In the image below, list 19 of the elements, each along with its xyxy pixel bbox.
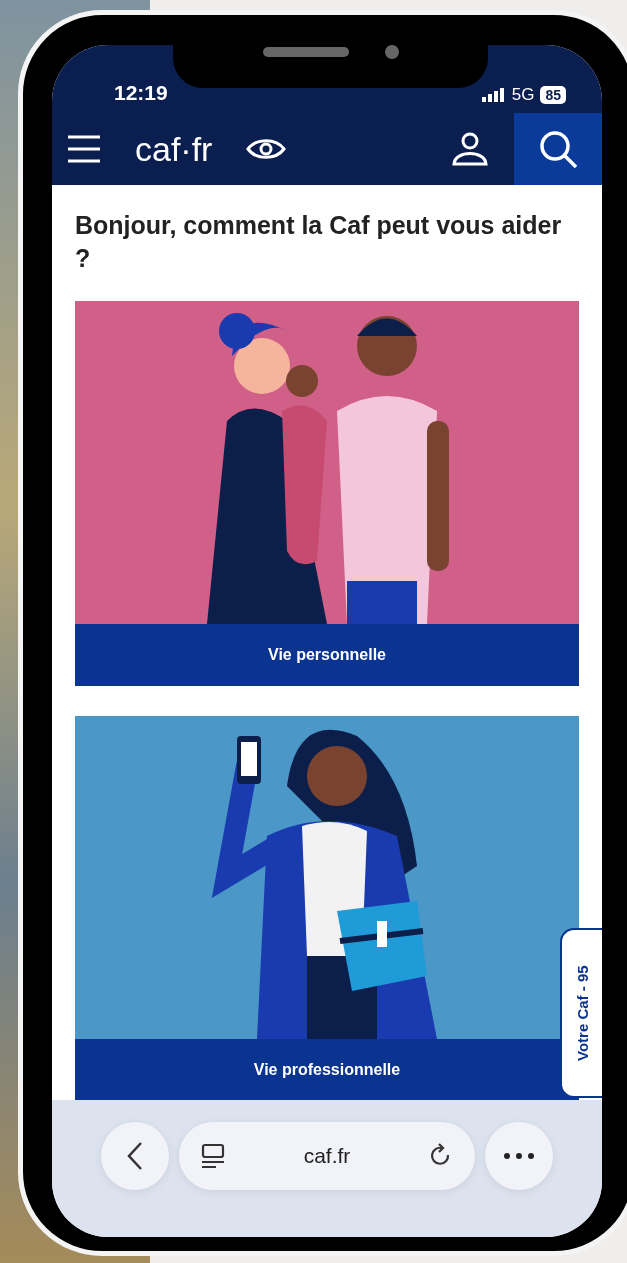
- url-text: caf.fr: [303, 1144, 351, 1168]
- card-label: Vie personnelle: [75, 624, 579, 686]
- address-bar[interactable]: caf.fr: [179, 1122, 475, 1190]
- search-button[interactable]: [514, 113, 602, 185]
- status-time: 12:19: [114, 81, 168, 105]
- back-icon: [126, 1141, 144, 1171]
- network-label: 5G: [511, 85, 535, 105]
- eye-icon[interactable]: [246, 137, 287, 161]
- side-tab[interactable]: Votre Caf - 95: [560, 928, 602, 1098]
- menu-icon[interactable]: [67, 134, 101, 164]
- card-label: Vie professionnelle: [75, 1039, 579, 1101]
- user-icon[interactable]: [452, 132, 488, 166]
- reader-icon[interactable]: [201, 1143, 225, 1169]
- search-icon: [538, 129, 578, 169]
- battery-level: 85: [540, 86, 566, 104]
- site-logo[interactable]: caf·fr: [135, 129, 213, 169]
- signal-icon: [481, 88, 506, 102]
- page-heading: Bonjour, comment la Caf peut vous aider ?: [75, 210, 563, 274]
- more-icon: [504, 1153, 534, 1159]
